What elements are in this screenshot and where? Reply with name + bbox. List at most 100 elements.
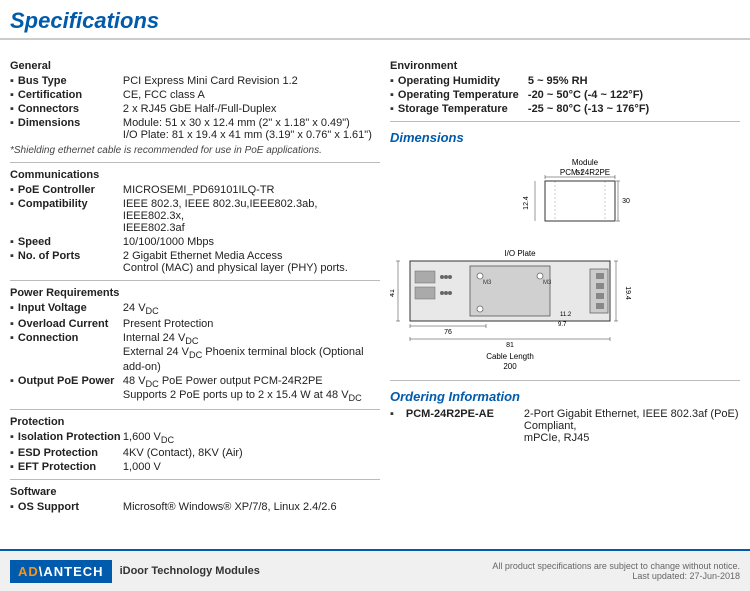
dimensions-svg: Module PCM-24R2PE 51 30 12.4 — [390, 151, 720, 371]
software-specs: ▪ OS Support Microsoft® Windows® XP/7/8,… — [10, 501, 380, 513]
footer-right: All product specifications are subject t… — [492, 561, 740, 581]
spec-row-dimensions: ▪ Dimensions Module: 51 x 30 x 12.4 mm (… — [10, 117, 380, 141]
label-eft: EFT Protection — [18, 461, 123, 473]
footer-left: AD\ANTECH iDoor Technology Modules — [10, 560, 260, 583]
ordering-row: ▪ PCM-24R2PE-AE 2-Port Gigabit Ethernet,… — [390, 408, 740, 444]
environment-title: Environment — [390, 60, 740, 72]
ordering-part-desc: 2-Port Gigabit Ethernet, IEEE 802.3af (P… — [524, 408, 740, 444]
general-note: *Shielding ethernet cable is recommended… — [10, 145, 380, 156]
value-input-voltage: 24 VDC — [123, 302, 380, 316]
bullet: ▪ — [390, 103, 394, 115]
bullet: ▪ — [10, 447, 14, 459]
spec-row-humidity: ▪ Operating Humidity 5 ~ 95% RH — [390, 75, 740, 87]
value-overload: Present Protection — [123, 318, 380, 330]
environment-specs: ▪ Operating Humidity 5 ~ 95% RH ▪ Operat… — [390, 75, 740, 115]
value-output-poe: 48 VDC PoE Power output PCM-24R2PESuppor… — [123, 375, 380, 403]
page-title: Specifications — [0, 0, 750, 40]
bullet: ▪ — [390, 75, 394, 87]
value-connectors: 2 x RJ45 GbE Half-/Full-Duplex — [123, 103, 380, 115]
spec-row-esd: ▪ ESD Protection 4KV (Contact), 8KV (Air… — [10, 447, 380, 459]
spec-row-isolation: ▪ Isolation Protection 1,600 VDC — [10, 431, 380, 445]
svg-text:12.4: 12.4 — [523, 196, 530, 210]
spec-row-connection: ▪ Connection Internal 24 VDCExternal 24 … — [10, 332, 380, 372]
label-os: OS Support — [18, 501, 123, 513]
value-certification: CE, FCC class A — [123, 89, 380, 101]
value-compatibility: IEEE 802.3, IEEE 802.3u,IEEE802.3ab, IEE… — [123, 198, 380, 234]
bullet: ▪ — [10, 103, 14, 115]
bullet: ▪ — [10, 375, 14, 387]
bullet: ▪ — [10, 332, 14, 344]
value-dimensions: Module: 51 x 30 x 12.4 mm (2" x 1.18" x … — [123, 117, 380, 141]
value-isolation: 1,600 VDC — [123, 431, 380, 445]
svg-text:76: 76 — [444, 329, 452, 336]
value-poe-controller: MICROSEMI_PD69101ILQ-TR — [123, 184, 380, 196]
label-op-temp: Operating Temperature — [398, 89, 528, 101]
label-isolation: Isolation Protection — [18, 431, 123, 443]
svg-text:200: 200 — [503, 362, 517, 371]
bullet: ▪ — [390, 408, 394, 444]
spec-row-speed: ▪ Speed 10/100/1000 Mbps — [10, 236, 380, 248]
label-bus-type: Bus Type — [18, 75, 123, 87]
footer-tagline: iDoor Technology Modules — [120, 565, 260, 577]
svg-text:PCM-24R2PE: PCM-24R2PE — [560, 168, 610, 177]
footer-note: All product specifications are subject t… — [492, 561, 740, 571]
general-title: General — [10, 60, 380, 72]
bullet: ▪ — [10, 302, 14, 314]
bullet: ▪ — [10, 461, 14, 473]
left-column: General ▪ Bus Type PCI Express Mini Card… — [10, 54, 380, 515]
spec-row-output-poe: ▪ Output PoE Power 48 VDC PoE Power outp… — [10, 375, 380, 403]
spec-row-storage-temp: ▪ Storage Temperature -25 ~ 80°C (-13 ~ … — [390, 103, 740, 115]
bullet: ▪ — [10, 75, 14, 87]
svg-text:19.4: 19.4 — [624, 286, 631, 300]
bullet: ▪ — [10, 501, 14, 513]
label-dimensions: Dimensions — [18, 117, 123, 129]
bullet: ▪ — [10, 250, 14, 262]
label-input-voltage: Input Voltage — [18, 302, 123, 314]
spec-row-op-temp: ▪ Operating Temperature -20 ~ 50°C (-4 ~… — [390, 89, 740, 101]
protection-title: Protection — [10, 416, 380, 428]
bullet: ▪ — [10, 184, 14, 196]
bullet: ▪ — [10, 89, 14, 101]
svg-text:30: 30 — [622, 198, 630, 205]
label-compatibility: Compatibility — [18, 198, 123, 210]
svg-text:Cable Length: Cable Length — [486, 352, 534, 361]
bullet: ▪ — [10, 318, 14, 330]
label-poe-controller: PoE Controller — [18, 184, 123, 196]
dimensions-diagram: Module PCM-24R2PE 51 30 12.4 — [390, 151, 740, 374]
value-connection: Internal 24 VDCExternal 24 VDC Phoenix t… — [123, 332, 380, 372]
bullet: ▪ — [10, 198, 14, 210]
spec-row-overload: ▪ Overload Current Present Protection — [10, 318, 380, 330]
svg-text:M3: M3 — [543, 280, 552, 286]
spec-row-compatibility: ▪ Compatibility IEEE 802.3, IEEE 802.3u,… — [10, 198, 380, 234]
value-esd: 4KV (Contact), 8KV (Air) — [123, 447, 380, 459]
bullet: ▪ — [10, 431, 14, 443]
power-specs: ▪ Input Voltage 24 VDC ▪ Overload Curren… — [10, 302, 380, 403]
value-eft: 1,000 V — [123, 461, 380, 473]
svg-text:I/O Plate: I/O Plate — [504, 249, 536, 258]
svg-text:11.2: 11.2 — [560, 312, 572, 318]
svg-text:M3: M3 — [483, 280, 492, 286]
value-op-temp: -20 ~ 50°C (-4 ~ 122°F) — [528, 89, 740, 101]
protection-specs: ▪ Isolation Protection 1,600 VDC ▪ ESD P… — [10, 431, 380, 473]
software-title: Software — [10, 486, 380, 498]
communications-title: Communications — [10, 169, 380, 181]
spec-row-certification: ▪ Certification CE, FCC class A — [10, 89, 380, 101]
label-connection: Connection — [18, 332, 123, 344]
svg-text:41: 41 — [390, 289, 396, 297]
label-output-poe: Output PoE Power — [18, 375, 123, 387]
label-ports: No. of Ports — [18, 250, 123, 262]
spec-row-poe-controller: ▪ PoE Controller MICROSEMI_PD69101ILQ-TR — [10, 184, 380, 196]
label-humidity: Operating Humidity — [398, 75, 528, 87]
logo-vantech: \ANTECH — [39, 564, 104, 579]
label-certification: Certification — [18, 89, 123, 101]
spec-row-eft: ▪ EFT Protection 1,000 V — [10, 461, 380, 473]
power-title: Power Requirements — [10, 287, 380, 299]
label-esd: ESD Protection — [18, 447, 123, 459]
logo-ad: AD — [18, 564, 39, 579]
ordering-title: Ordering Information — [390, 389, 740, 404]
label-connectors: Connectors — [18, 103, 123, 115]
footer-date: Last updated: 27-Jun-2018 — [492, 571, 740, 581]
svg-text:51: 51 — [576, 170, 584, 177]
value-ports: 2 Gigabit Ethernet Media AccessControl (… — [123, 250, 380, 274]
value-humidity: 5 ~ 95% RH — [528, 75, 740, 87]
